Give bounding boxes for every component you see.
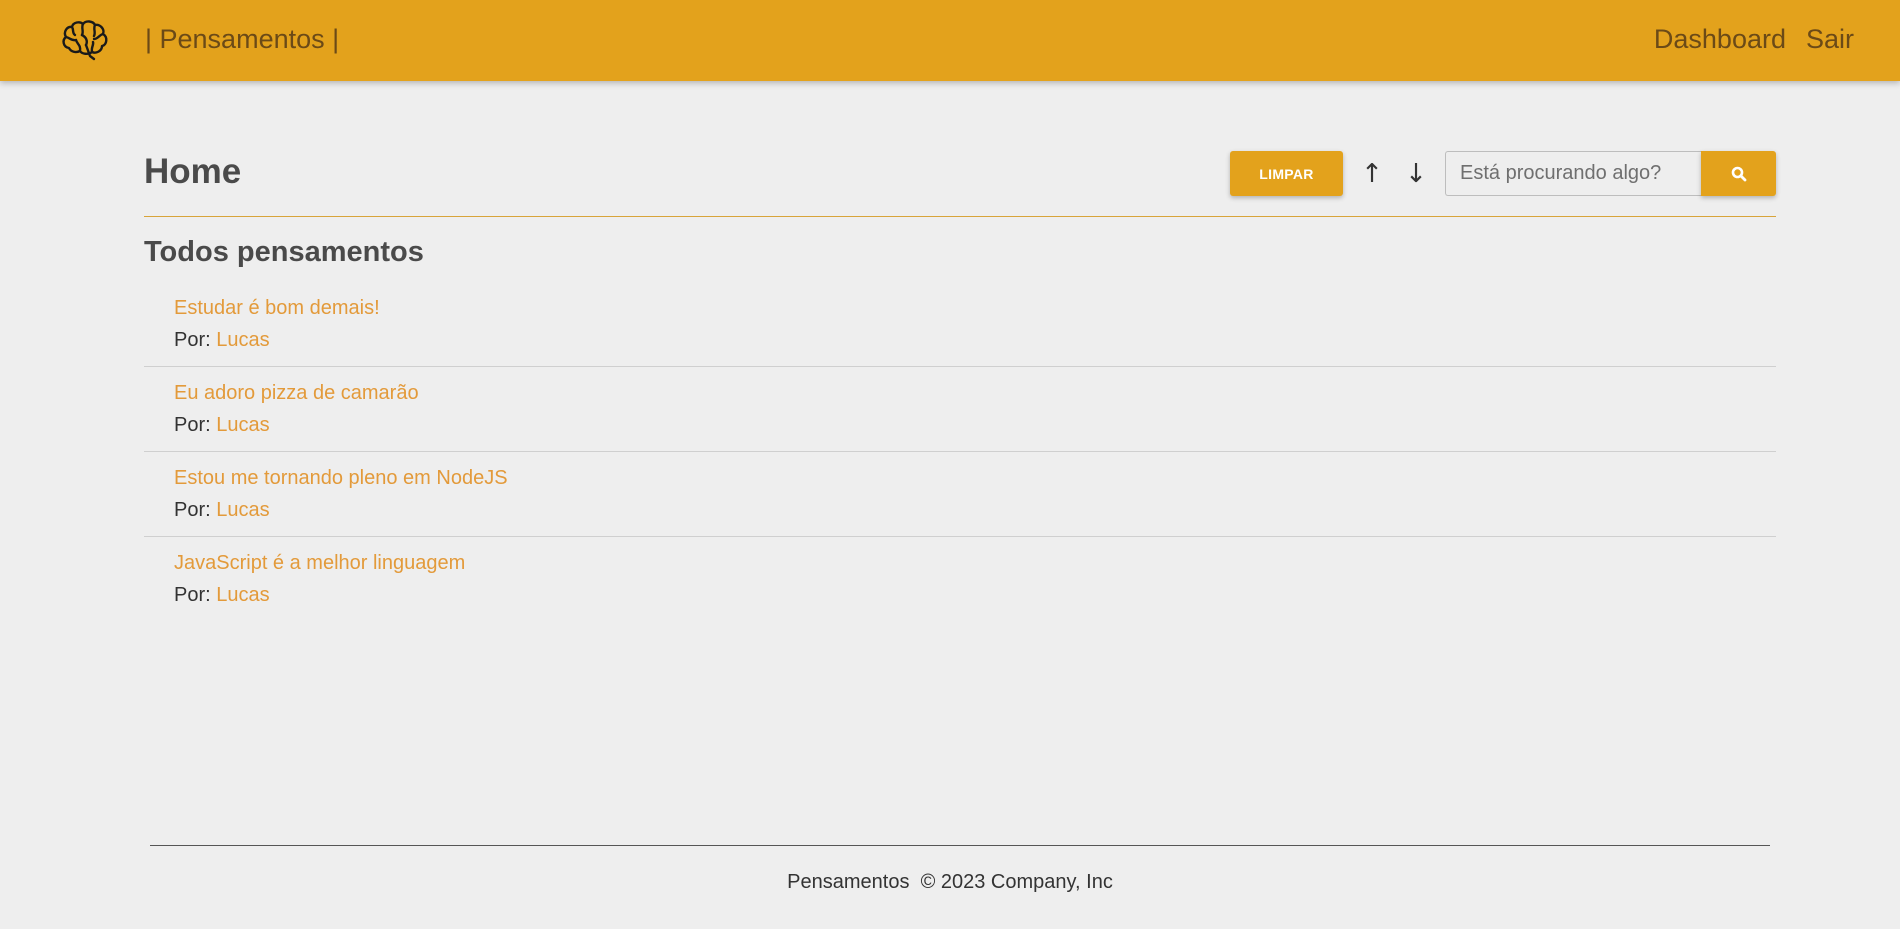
brain-icon[interactable] (60, 18, 110, 62)
thought-title-link[interactable]: Estudar é bom demais! (174, 296, 1776, 320)
search-button[interactable] (1701, 151, 1776, 196)
sort-asc-button[interactable]: ↑ (1350, 151, 1394, 196)
author-link[interactable]: Lucas (216, 329, 269, 351)
sort-desc-button[interactable]: ↓ (1394, 151, 1438, 196)
clear-button[interactable]: LIMPAR (1230, 151, 1343, 196)
page-header: Home LIMPAR ↑ ↓ (144, 150, 1776, 217)
navbar: | Pensamentos | Dashboard Sair (0, 0, 1900, 81)
section-title: Todos pensamentos (144, 236, 424, 268)
author-link[interactable]: Lucas (216, 499, 269, 521)
list-item: Estudar é bom demais! Por: Lucas (144, 282, 1776, 367)
search-icon (1731, 166, 1746, 181)
thought-author-line: Por: Lucas (174, 498, 1776, 522)
thought-title-link[interactable]: Estou me tornando pleno em NodeJS (174, 466, 1776, 490)
arrow-down-icon: ↓ (1405, 158, 1427, 189)
author-label: Por: (174, 584, 211, 606)
nav-link-dashboard[interactable]: Dashboard (1654, 0, 1786, 79)
search-input[interactable] (1445, 151, 1701, 196)
thought-author-line: Por: Lucas (174, 328, 1776, 352)
page-title: Home (144, 152, 242, 191)
thought-title-link[interactable]: JavaScript é a melhor linguagem (174, 551, 1776, 575)
thought-author-line: Por: Lucas (174, 413, 1776, 437)
brand-link[interactable]: | Pensamentos | (145, 0, 339, 79)
list-item: JavaScript é a melhor linguagem Por: Luc… (144, 537, 1776, 622)
author-link[interactable]: Lucas (216, 414, 269, 436)
thought-author-line: Por: Lucas (174, 583, 1776, 607)
arrow-up-icon: ↑ (1361, 158, 1383, 189)
thought-title-link[interactable]: Eu adoro pizza de camarão (174, 381, 1776, 405)
footer-text: Pensamentos © 2023 Company, Inc (787, 871, 1113, 893)
nav-link-sair[interactable]: Sair (1806, 0, 1854, 79)
footer-divider (150, 845, 1770, 846)
toolbar: LIMPAR ↑ ↓ (1230, 151, 1776, 196)
thought-list: Estudar é bom demais! Por: Lucas Eu ador… (144, 282, 1776, 622)
author-label: Por: (174, 499, 211, 521)
author-link[interactable]: Lucas (216, 584, 269, 606)
nav-links: Dashboard Sair (1654, 0, 1854, 79)
author-label: Por: (174, 329, 211, 351)
author-label: Por: (174, 414, 211, 436)
list-item: Estou me tornando pleno em NodeJS Por: L… (144, 452, 1776, 537)
list-item: Eu adoro pizza de camarão Por: Lucas (144, 367, 1776, 452)
